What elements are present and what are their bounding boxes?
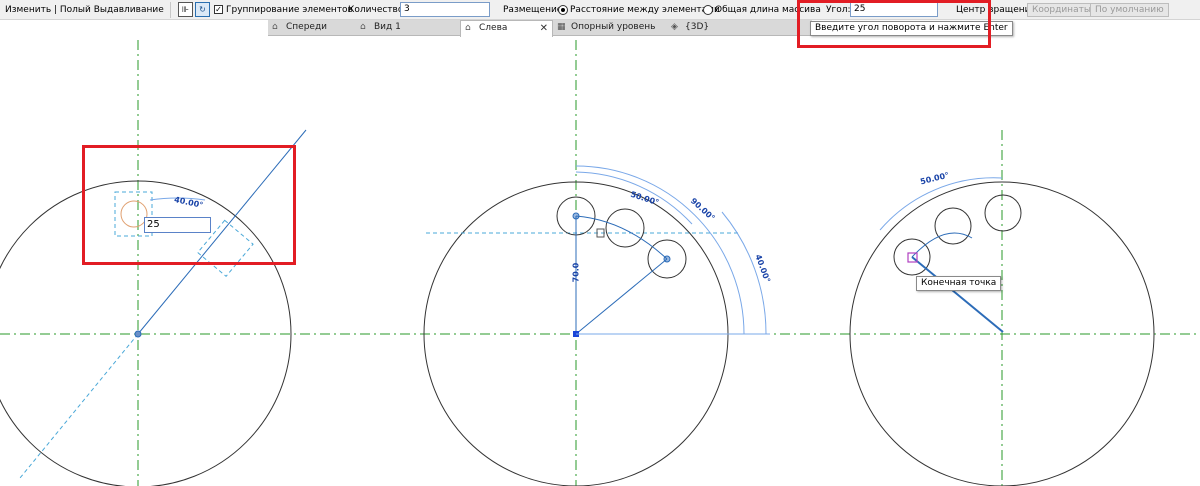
house-icon: ⌂ xyxy=(360,22,366,32)
separator xyxy=(170,2,171,18)
house-icon: ⌂ xyxy=(465,23,471,33)
grouping-checkbox[interactable]: ✓ xyxy=(214,5,223,14)
array-element-circle[interactable] xyxy=(934,207,972,245)
dim-arc-50 xyxy=(879,177,1003,231)
tab-reference-level[interactable]: ▦ Опорный уровень xyxy=(553,20,667,36)
radius-line xyxy=(575,258,668,335)
context-label: Изменить | Полый Выдавливание xyxy=(5,5,164,15)
spacing-radio[interactable] xyxy=(558,5,568,15)
tab-front[interactable]: ⌂ Спереди xyxy=(268,20,356,36)
default-button[interactable]: По умолчанию xyxy=(1090,3,1169,17)
cube-icon: ◈ xyxy=(671,22,678,32)
floorplan-icon: ▦ xyxy=(557,22,566,32)
dim-label-70: 70.0 xyxy=(571,262,581,283)
grouping-label: Группирование элементов xyxy=(226,5,353,15)
tab-view1[interactable]: ⌂ Вид 1 xyxy=(356,20,460,36)
right-view xyxy=(849,130,1155,486)
dim-arc-90 xyxy=(575,165,745,335)
spacing-option-label: Расстояние между элементами xyxy=(570,5,720,15)
tab-label: Слева xyxy=(479,23,508,33)
house-icon: ⌂ xyxy=(272,22,278,32)
tab-label: {3D} xyxy=(685,22,710,32)
coordinates-button[interactable]: Координаты xyxy=(1027,3,1096,17)
array-element-circle[interactable] xyxy=(984,194,1022,232)
array-radial-icon[interactable]: ↻ xyxy=(195,2,210,17)
options-bar: Изменить | Полый Выдавливание ⊪ ↻ ✓ Груп… xyxy=(0,0,1200,20)
view-tabs: ⌂ Спереди ⌂ Вид 1 ⌂ Слева ✕ ▦ Опорный ур… xyxy=(268,20,812,37)
tab-3d[interactable]: ◈ {3D} xyxy=(667,20,747,36)
quantity-input[interactable]: 3 xyxy=(400,2,490,17)
total-length-radio[interactable] xyxy=(703,5,713,15)
highlight-box-angle xyxy=(797,0,991,48)
highlight-box-input xyxy=(82,145,296,265)
tab-left[interactable]: ⌂ Слева ✕ xyxy=(460,20,553,37)
array-path xyxy=(575,215,668,260)
tab-label: Вид 1 xyxy=(374,22,401,32)
rotation-ray xyxy=(911,256,1004,333)
tab-label: Спереди xyxy=(286,22,328,32)
endpoint-tooltip: Конечная точка xyxy=(916,276,1002,291)
array-element-circle[interactable] xyxy=(605,208,645,248)
center-point[interactable] xyxy=(134,330,142,338)
tab-label: Опорный уровень xyxy=(571,22,656,32)
array-path xyxy=(911,232,973,258)
array-linear-icon[interactable]: ⊪ xyxy=(178,2,193,17)
middle-view xyxy=(423,40,770,486)
rotation-ray-dashed xyxy=(19,333,139,479)
close-icon[interactable]: ✕ xyxy=(540,21,548,36)
placement-label: Размещение: xyxy=(503,5,566,15)
quantity-label: Количество: xyxy=(348,5,407,15)
